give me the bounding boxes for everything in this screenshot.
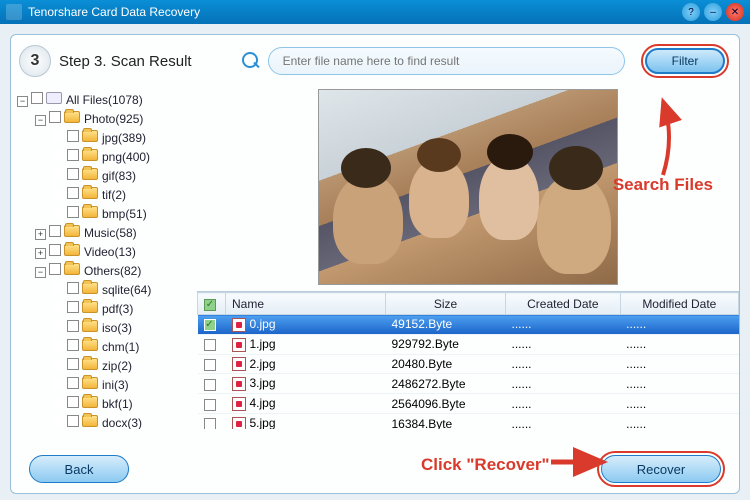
- row-checkbox[interactable]: [204, 359, 216, 371]
- main-frame: 3 Step 3. Scan Result Filter −All Files(…: [10, 34, 740, 494]
- close-button[interactable]: ✕: [726, 3, 744, 21]
- tree-node[interactable]: tif(2): [53, 186, 197, 205]
- folder-icon: [82, 149, 98, 161]
- col-name[interactable]: Name: [226, 293, 386, 315]
- folder-icon: [82, 282, 98, 294]
- back-button[interactable]: Back: [29, 455, 129, 483]
- tree-node[interactable]: docx(3): [53, 414, 197, 429]
- folder-icon: [64, 263, 80, 275]
- tree-node[interactable]: png(400): [53, 148, 197, 167]
- preview-pane: [197, 87, 739, 287]
- col-created[interactable]: Created Date: [506, 293, 621, 315]
- folder-icon: [82, 377, 98, 389]
- folder-icon: [82, 358, 98, 370]
- folder-icon: [82, 301, 98, 313]
- filter-button[interactable]: Filter: [645, 48, 725, 74]
- app-icon: [6, 4, 22, 20]
- row-checkbox[interactable]: [204, 399, 216, 411]
- tree-node[interactable]: −Others(82)sqlite(64)pdf(3)iso(3)chm(1)z…: [35, 262, 197, 429]
- recover-button[interactable]: Recover: [601, 455, 721, 483]
- tree-node[interactable]: −Photo(925)jpg(389)png(400)gif(83)tif(2)…: [35, 110, 197, 224]
- minimize-button[interactable]: –: [704, 3, 722, 21]
- image-file-icon: [232, 357, 246, 371]
- tree-node[interactable]: ini(3): [53, 376, 197, 395]
- window-title: Tenorshare Card Data Recovery: [28, 5, 200, 19]
- row-checkbox[interactable]: [204, 319, 216, 331]
- folder-icon: [64, 111, 80, 123]
- tree-node[interactable]: iso(3): [53, 319, 197, 338]
- table-row[interactable]: 1.jpg 929792.Byte............: [198, 334, 739, 354]
- folder-icon: [82, 206, 98, 218]
- tree-node[interactable]: gif(83): [53, 167, 197, 186]
- table-row[interactable]: 3.jpg 2486272.Byte............: [198, 374, 739, 394]
- tree-node[interactable]: +Music(58): [35, 224, 197, 243]
- folder-icon: [82, 130, 98, 142]
- tree-node[interactable]: bkf(1): [53, 395, 197, 414]
- col-size[interactable]: Size: [386, 293, 506, 315]
- folder-icon: [64, 244, 80, 256]
- image-file-icon: [232, 397, 246, 411]
- search-icon: [240, 50, 262, 72]
- file-table[interactable]: Name Size Created Date Modified Date 0.j…: [197, 291, 739, 429]
- folder-icon: [82, 339, 98, 351]
- tree-node[interactable]: zip(2): [53, 357, 197, 376]
- image-file-icon: [232, 417, 246, 429]
- folder-icon: [64, 225, 80, 237]
- folder-icon: [82, 187, 98, 199]
- step-title: Step 3. Scan Result: [59, 53, 192, 70]
- tree-node[interactable]: chm(1): [53, 338, 197, 357]
- tree-node[interactable]: +Video(13): [35, 243, 197, 262]
- row-checkbox[interactable]: [204, 379, 216, 391]
- col-checkbox[interactable]: [198, 293, 226, 315]
- footer: Back Recover: [11, 445, 739, 493]
- tree-node[interactable]: sqlite(64): [53, 281, 197, 300]
- image-file-icon: [232, 318, 246, 332]
- tree-node[interactable]: −All Files(1078)−Photo(925)jpg(389)png(4…: [17, 91, 197, 429]
- table-row[interactable]: 2.jpg 20480.Byte............: [198, 354, 739, 374]
- col-modified[interactable]: Modified Date: [620, 293, 738, 315]
- image-file-icon: [232, 338, 246, 352]
- row-checkbox[interactable]: [204, 418, 216, 429]
- row-checkbox[interactable]: [204, 339, 216, 351]
- preview-image: [318, 89, 618, 285]
- tree-node[interactable]: pdf(3): [53, 300, 197, 319]
- folder-icon: [82, 168, 98, 180]
- titlebar: Tenorshare Card Data Recovery ? – ✕: [0, 0, 750, 24]
- file-tree[interactable]: −All Files(1078)−Photo(925)jpg(389)png(4…: [11, 87, 197, 429]
- folder-icon: [82, 320, 98, 332]
- folder-icon: [82, 396, 98, 408]
- tree-node[interactable]: bmp(51): [53, 205, 197, 224]
- tree-node[interactable]: jpg(389): [53, 129, 197, 148]
- help-button[interactable]: ?: [682, 3, 700, 21]
- image-file-icon: [232, 377, 246, 391]
- search-input[interactable]: [268, 47, 625, 75]
- table-row[interactable]: 0.jpg 49152.Byte............: [198, 315, 739, 335]
- step-number-badge: 3: [19, 45, 51, 77]
- folder-icon: [82, 415, 98, 427]
- table-row[interactable]: 4.jpg 2564096.Byte............: [198, 394, 739, 414]
- table-row[interactable]: 5.jpg 16384.Byte............: [198, 414, 739, 429]
- drive-icon: [46, 92, 62, 104]
- step-header: 3 Step 3. Scan Result Filter: [11, 35, 739, 87]
